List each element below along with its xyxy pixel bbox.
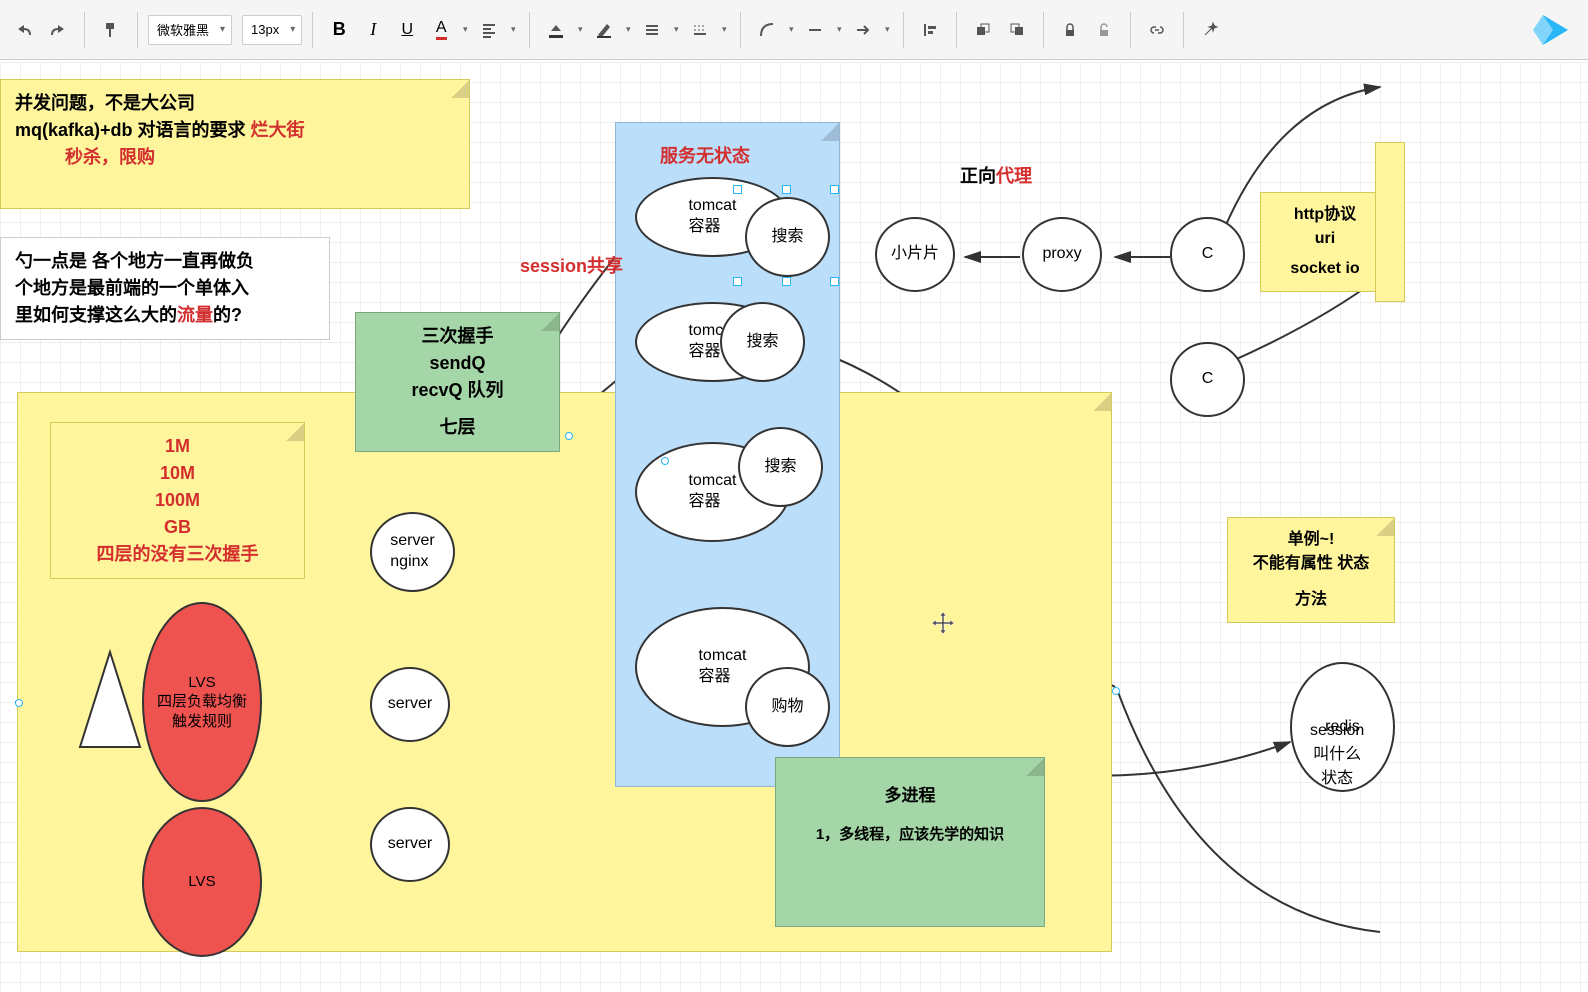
note-line: 七层 <box>370 414 545 441</box>
note-line: 并发问题，不是大公司 <box>15 90 455 117</box>
label-session-state: session 叫什么 状态 <box>1310 722 1364 788</box>
connector-curve-button[interactable] <box>751 14 783 46</box>
italic-button[interactable]: I <box>357 14 389 46</box>
note-line: sendQ <box>370 350 545 377</box>
font-select[interactable]: 微软雅黑 <box>148 15 232 45</box>
node-server-2[interactable]: server <box>370 807 450 882</box>
note-line: 多进程 <box>790 783 1030 809</box>
dropdown-icon[interactable]: ▾ <box>670 24 682 35</box>
magic-button[interactable] <box>1194 14 1226 46</box>
node-server-1[interactable]: server <box>370 667 450 742</box>
bring-front-button[interactable] <box>967 14 999 46</box>
align-left-icon[interactable] <box>914 14 946 46</box>
note-white[interactable]: 勺一点是 各个地方一直再做负 个地方是最前端的一个单体入 里如何支撑这么大的流量… <box>0 237 330 340</box>
note-http[interactable]: http协议 uri socket io <box>1260 192 1390 292</box>
note-edge-right[interactable] <box>1375 142 1405 302</box>
dropdown-icon[interactable]: ▾ <box>622 24 634 35</box>
border-style-button[interactable] <box>684 14 716 46</box>
connector-line-button[interactable] <box>799 14 831 46</box>
font-value: 微软雅黑 <box>157 20 209 39</box>
note-line: 单例~! <box>1242 528 1380 552</box>
note-line: socket io <box>1275 257 1375 281</box>
node-search-2[interactable]: 搜索 <box>720 302 805 382</box>
note-line: http协议 <box>1275 203 1375 227</box>
dropdown-icon[interactable]: ▾ <box>507 24 519 35</box>
toolbar: 微软雅黑 13px B I U A▾ ▾ ▾ ▾ ▾ ▾ ▾ ▾ ▾ <box>0 0 1588 60</box>
triangle-node[interactable] <box>75 647 145 757</box>
format-painter-button[interactable] <box>95 14 127 46</box>
node-c-1[interactable]: C <box>1170 217 1245 292</box>
note-line: 方法 <box>1242 588 1380 612</box>
line-color-button[interactable] <box>588 14 620 46</box>
note-line: mq(kafka)+db 对语言的要求 烂大街 <box>15 117 455 144</box>
note-line: 秒杀，限购 <box>15 144 455 171</box>
connection-point[interactable] <box>565 432 573 440</box>
fill-color-button[interactable] <box>540 14 572 46</box>
note-line: 100M <box>65 487 290 514</box>
node-lvs-2[interactable]: LVS <box>142 807 262 957</box>
node-lvs[interactable]: LVS 四层负载均衡 触发规则 <box>142 602 262 802</box>
note-line: 1M <box>65 433 290 460</box>
note-line: 10M <box>65 460 290 487</box>
node-search-1-selected[interactable]: 搜索 <box>745 197 830 277</box>
bold-button[interactable]: B <box>323 14 355 46</box>
connection-point[interactable] <box>661 457 669 465</box>
selection-handle[interactable] <box>830 185 839 194</box>
note-singleton[interactable]: 单例~! 不能有属性 状态 方法 <box>1227 517 1395 623</box>
node-pieces[interactable]: 小片片 <box>875 217 955 292</box>
selection-handle[interactable] <box>782 185 791 194</box>
dropdown-icon[interactable]: ▾ <box>833 24 845 35</box>
label-forward-proxy: 正向代理 <box>960 162 1032 188</box>
note-line: 不能有属性 状态 <box>1242 552 1380 576</box>
note-line: 里如何支撑这么大的流量的? <box>15 302 315 329</box>
unlock-button[interactable] <box>1088 14 1120 46</box>
node-search-3[interactable]: 搜索 <box>738 427 823 507</box>
note-line: recvQ 队列 <box>370 377 545 404</box>
font-color-button[interactable]: A <box>425 14 457 46</box>
selection-handle[interactable] <box>733 185 742 194</box>
note-line: GB <box>65 514 290 541</box>
underline-button[interactable]: U <box>391 14 423 46</box>
send-back-button[interactable] <box>1001 14 1033 46</box>
note-line: 三次握手 <box>370 323 545 350</box>
note-handshake[interactable]: 三次握手 sendQ recvQ 队列 七层 <box>355 312 560 452</box>
note-line: 1，多线程，应该先学的知识 <box>790 824 1030 847</box>
brand-logo <box>1518 0 1588 60</box>
selection-handle[interactable] <box>782 277 791 286</box>
connection-point[interactable] <box>15 699 23 707</box>
dropdown-icon[interactable]: ▾ <box>785 24 797 35</box>
canvas[interactable]: 并发问题，不是大公司 mq(kafka)+db 对语言的要求 烂大街 秒杀，限购… <box>0 62 1588 992</box>
dropdown-icon[interactable]: ▾ <box>574 24 586 35</box>
node-proxy[interactable]: proxy <box>1022 217 1102 292</box>
lock-button[interactable] <box>1054 14 1086 46</box>
label-session: session共享 <box>520 252 623 278</box>
node-shopping[interactable]: 购物 <box>745 667 830 747</box>
font-size-select[interactable]: 13px <box>242 15 302 45</box>
note-line: 四层的没有三次握手 <box>65 541 290 568</box>
dropdown-icon[interactable]: ▾ <box>881 24 893 35</box>
note-line: 勺一点是 各个地方一直再做负 <box>15 248 315 275</box>
undo-button[interactable] <box>8 14 40 46</box>
align-button[interactable] <box>473 14 505 46</box>
dropdown-icon[interactable]: ▾ <box>459 24 471 35</box>
label-stateless: 服务无状态 <box>660 142 750 168</box>
font-size-value: 13px <box>251 22 279 37</box>
note-line: uri <box>1275 227 1375 251</box>
node-c-2[interactable]: C <box>1170 342 1245 417</box>
selection-handle[interactable] <box>830 277 839 286</box>
line-style-button[interactable] <box>636 14 668 46</box>
redo-button[interactable] <box>42 14 74 46</box>
note-top[interactable]: 并发问题，不是大公司 mq(kafka)+db 对语言的要求 烂大街 秒杀，限购 <box>0 79 470 209</box>
connection-point[interactable] <box>1112 687 1120 695</box>
note-layers[interactable]: 1M 10M 100M GB 四层的没有三次握手 <box>50 422 305 579</box>
move-cursor-icon <box>930 610 954 634</box>
link-button[interactable] <box>1141 14 1173 46</box>
node-server-nginx[interactable]: server nginx <box>370 512 455 592</box>
connector-arrow-button[interactable] <box>847 14 879 46</box>
note-multithread[interactable]: 多进程 1，多线程，应该先学的知识 <box>775 757 1045 927</box>
note-line: 个地方是最前端的一个单体入 <box>15 275 315 302</box>
dropdown-icon[interactable]: ▾ <box>718 24 730 35</box>
selection-handle[interactable] <box>733 277 742 286</box>
